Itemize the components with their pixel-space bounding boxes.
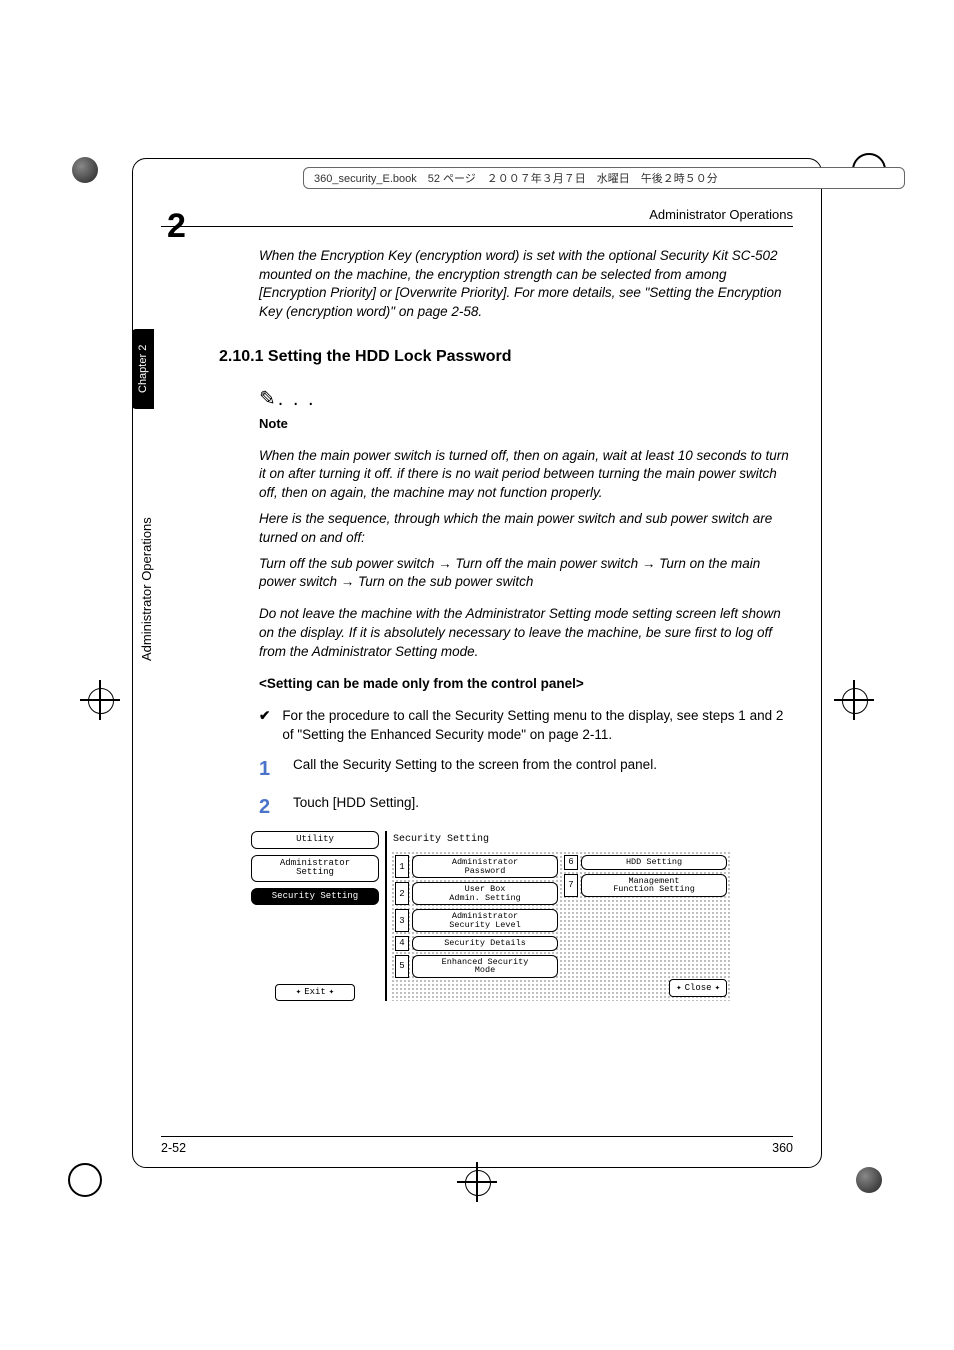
option-userbox-admin[interactable]: User Box Admin. Setting (412, 882, 558, 905)
option-number: 4 (395, 936, 409, 951)
option-number: 5 (395, 955, 409, 978)
panel-admin-setting-button[interactable]: Administrator Setting (251, 855, 379, 882)
close-label: Close (685, 982, 712, 994)
option-number: 6 (564, 855, 578, 870)
checklist-text: For the procedure to call the Security S… (282, 707, 793, 744)
option-admin-security-level[interactable]: Administrator Security Level (412, 909, 558, 932)
page-footer: 2-52 360 (161, 1136, 793, 1155)
step-text: Touch [HDD Setting]. (293, 794, 419, 822)
running-head: Administrator Operations (161, 207, 793, 222)
crop-mark (55, 140, 115, 200)
step-number: 2 (259, 794, 277, 822)
frame-header: 360_security_E.book 52 ページ ２００７年３月７日 水曜日… (303, 167, 905, 189)
option-hdd-setting[interactable]: HDD Setting (581, 855, 727, 870)
option-number: 3 (395, 909, 409, 932)
chapter-number: 2 (167, 207, 186, 246)
option-admin-password[interactable]: Administrator Password (412, 855, 558, 878)
page-number-left: 2-52 (161, 1141, 186, 1155)
side-label: Administrator Operations (139, 459, 154, 719)
panel-security-setting-button[interactable]: Security Setting (251, 888, 379, 905)
exit-icon: ✦ (296, 988, 301, 997)
step-text: Call the Security Setting to the screen … (293, 756, 657, 784)
section-heading: 2.10.1 Setting the HDD Lock Password (219, 346, 793, 368)
registration-target (457, 1162, 497, 1202)
crop-mark (839, 1150, 899, 1210)
close-icon: ✦ (676, 982, 681, 994)
panel-exit-button[interactable]: ✦ Exit ✦ (275, 984, 355, 1001)
step-2: 2 Touch [HDD Setting]. (259, 794, 793, 822)
panel-title: Security Setting (393, 833, 731, 847)
checklist-item: ✔ For the procedure to call the Security… (259, 707, 793, 744)
crop-mark (55, 1150, 115, 1210)
note-icon: ✎. . . (259, 386, 793, 414)
page-frame: 360_security_E.book 52 ページ ２００７年３月７日 水曜日… (132, 158, 822, 1168)
note-label: Note (259, 415, 793, 433)
note-paragraph: Here is the sequence, through which the … (259, 510, 793, 547)
option-number: 2 (395, 882, 409, 905)
check-icon: ✔ (259, 707, 270, 744)
panel-close-button[interactable]: ✦ Close ✦ (669, 979, 727, 997)
header-rule (161, 226, 793, 227)
note-paragraph: When the main power switch is turned off… (259, 447, 793, 503)
exit-icon: ✦ (329, 988, 334, 997)
content-area: When the Encryption Key (encryption word… (259, 247, 793, 1001)
close-icon: ✦ (715, 982, 720, 994)
control-panel-screenshot: Utility Administrator Setting Security S… (251, 831, 731, 1001)
note-paragraph: Turn off the sub power switch → Turn off… (259, 555, 793, 592)
chapter-tab: Chapter 2 (132, 329, 154, 409)
option-number: 1 (395, 855, 409, 878)
exit-label: Exit (304, 988, 326, 997)
page-number-right: 360 (772, 1141, 793, 1155)
panel-utility-button[interactable]: Utility (251, 831, 379, 848)
option-enhanced-security[interactable]: Enhanced Security Mode (412, 955, 558, 978)
registration-target (80, 680, 120, 720)
option-security-details[interactable]: Security Details (412, 936, 558, 951)
registration-target (834, 680, 874, 720)
step-number: 1 (259, 756, 277, 784)
subsection-heading: <Setting can be made only from the contr… (259, 675, 793, 694)
option-number: 7 (564, 874, 578, 897)
step-1: 1 Call the Security Setting to the scree… (259, 756, 793, 784)
note-paragraph: Do not leave the machine with the Admini… (259, 605, 793, 661)
option-management-function[interactable]: Management Function Setting (581, 874, 727, 897)
intro-paragraph: When the Encryption Key (encryption word… (259, 247, 793, 322)
